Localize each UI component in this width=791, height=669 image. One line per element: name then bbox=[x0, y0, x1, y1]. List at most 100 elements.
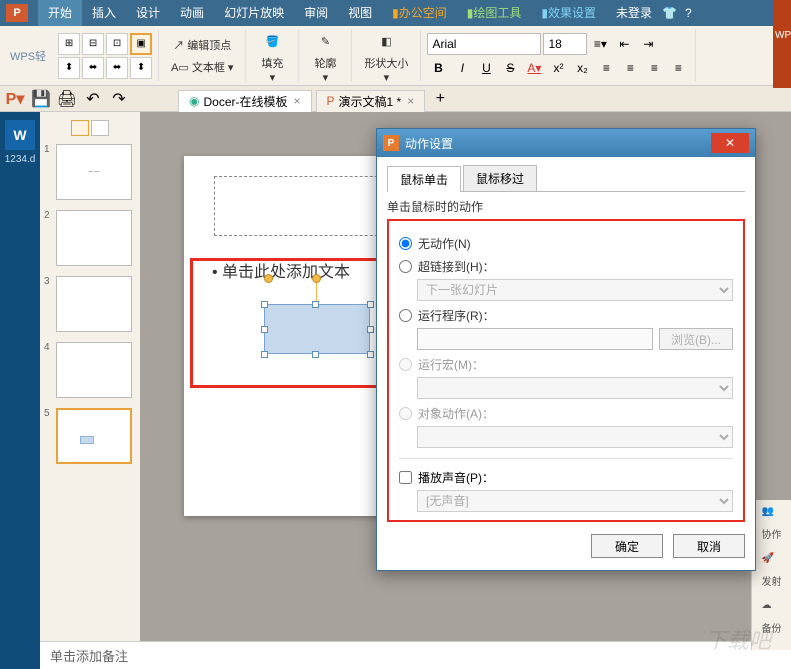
handle-nw[interactable] bbox=[261, 301, 268, 308]
italic-button[interactable]: I bbox=[451, 57, 473, 79]
menu-drawing-tools[interactable]: ▮绘图工具 bbox=[457, 0, 532, 26]
docer-tab[interactable]: ◉Docer-在线模板× bbox=[178, 90, 312, 112]
dialog-close-button[interactable]: ✕ bbox=[711, 133, 749, 153]
menu-design[interactable]: 设计 bbox=[126, 0, 170, 26]
font-color-button[interactable]: A▾ bbox=[523, 57, 545, 79]
bold-button[interactable]: B bbox=[427, 57, 449, 79]
outline-button[interactable]: ✎轮廓▾ bbox=[305, 25, 345, 86]
send-button[interactable]: 🚀发射 bbox=[762, 553, 782, 588]
menu-review[interactable]: 审阅 bbox=[294, 0, 338, 26]
font-size-select[interactable] bbox=[543, 33, 587, 55]
hyperlink-target-select[interactable]: 下一张幻灯片 bbox=[417, 279, 733, 301]
menu-start[interactable]: 开始 bbox=[38, 0, 82, 26]
quick-access-toolbar: P▾ 💾 🖨 ↶ ↷ ◉Docer-在线模板× P演示文稿1 *× + bbox=[0, 86, 791, 112]
menu-animation[interactable]: 动画 bbox=[170, 0, 214, 26]
radio-none[interactable]: 无动作(N) bbox=[399, 235, 733, 252]
save-icon[interactable]: 💾 bbox=[30, 89, 52, 109]
align-left[interactable]: ≡ bbox=[595, 57, 617, 79]
redo-icon[interactable]: ↷ bbox=[108, 89, 130, 109]
align-2[interactable]: ⊟ bbox=[82, 33, 104, 55]
program-path-input[interactable] bbox=[417, 328, 653, 350]
new-tab-icon[interactable]: + bbox=[429, 89, 451, 109]
shape-align-group: ⊞ ⊟ ⊡ ▣ ⬍ ⬌ ⬌ ⬍ bbox=[52, 30, 159, 81]
appearance-icon[interactable]: 👕 bbox=[662, 6, 677, 20]
dist-2[interactable]: ⬌ bbox=[82, 57, 104, 79]
outline-view-button[interactable] bbox=[71, 120, 89, 136]
align-4[interactable]: ▣ bbox=[130, 33, 152, 55]
shape-size-button[interactable]: ◧形状大小▾ bbox=[358, 25, 414, 86]
align-justify[interactable]: ≡ bbox=[667, 57, 689, 79]
dist-3[interactable]: ⬌ bbox=[106, 57, 128, 79]
radio-hyperlink[interactable]: 超链接到(H)： bbox=[399, 258, 733, 275]
handle-s[interactable] bbox=[312, 351, 319, 358]
edit-vertex-button[interactable]: ↗ 编辑顶点 bbox=[165, 35, 239, 55]
handle-n[interactable] bbox=[312, 301, 319, 308]
menu-login[interactable]: 未登录 bbox=[606, 0, 662, 26]
thumb-1[interactable]: 1— — bbox=[44, 144, 136, 200]
align-center[interactable]: ≡ bbox=[619, 57, 641, 79]
selected-shape[interactable] bbox=[264, 304, 370, 354]
tab-hover[interactable]: 鼠标移过 bbox=[463, 165, 537, 191]
handle-ne[interactable] bbox=[367, 301, 374, 308]
document-tab[interactable]: P演示文稿1 *× bbox=[316, 90, 426, 112]
rotation-handle-1[interactable] bbox=[264, 274, 273, 283]
app-logo: P bbox=[6, 4, 28, 22]
indent-inc[interactable]: ⇥ bbox=[637, 33, 659, 55]
watermark: 下载吧 bbox=[705, 623, 771, 655]
thumb-5[interactable]: 5 bbox=[44, 408, 136, 464]
bullets-button[interactable]: ≡▾ bbox=[589, 33, 611, 55]
menu-insert[interactable]: 插入 bbox=[82, 0, 126, 26]
underline-button[interactable]: U bbox=[475, 57, 497, 79]
slide-view-button[interactable] bbox=[91, 120, 109, 136]
group-label: 单击鼠标时的动作 bbox=[387, 198, 745, 215]
app-menu-icon[interactable]: P▾ bbox=[4, 89, 26, 109]
browse-button[interactable]: 浏览(B)... bbox=[659, 328, 733, 350]
thumb-3[interactable]: 3 bbox=[44, 276, 136, 332]
print-icon[interactable]: 🖨 bbox=[56, 89, 78, 109]
dist-4[interactable]: ⬍ bbox=[130, 57, 152, 79]
help-icon[interactable]: ? bbox=[685, 6, 692, 20]
subscript-button[interactable]: x₂ bbox=[571, 57, 593, 79]
dist-1[interactable]: ⬍ bbox=[58, 57, 80, 79]
handle-w[interactable] bbox=[261, 326, 268, 333]
thumb-2[interactable]: 2 bbox=[44, 210, 136, 266]
textbox-button[interactable]: A▭ 文本框 ▾ bbox=[165, 57, 239, 77]
menu-workspace[interactable]: ▮办公空间 bbox=[382, 0, 457, 26]
undo-icon[interactable]: ↶ bbox=[82, 89, 104, 109]
cancel-button[interactable]: 取消 bbox=[673, 534, 745, 558]
sound-select[interactable]: [无声音] bbox=[417, 490, 733, 512]
object-action-select bbox=[417, 426, 733, 448]
superscript-button[interactable]: x² bbox=[547, 57, 569, 79]
rotation-handle-2[interactable] bbox=[312, 274, 321, 283]
align-1[interactable]: ⊞ bbox=[58, 33, 80, 55]
indent-dec[interactable]: ⇤ bbox=[613, 33, 635, 55]
menu-effects[interactable]: ▮效果设置 bbox=[531, 0, 606, 26]
menu-view[interactable]: 视图 bbox=[338, 0, 382, 26]
tab-click[interactable]: 鼠标单击 bbox=[387, 166, 461, 192]
strike-button[interactable]: S bbox=[499, 57, 521, 79]
handle-sw[interactable] bbox=[261, 351, 268, 358]
handle-e[interactable] bbox=[367, 326, 374, 333]
ok-button[interactable]: 确定 bbox=[591, 534, 663, 558]
notes-pane[interactable]: 单击添加备注 bbox=[40, 641, 791, 669]
word-doc-icon[interactable]: W bbox=[5, 120, 35, 150]
align-right[interactable]: ≡ bbox=[643, 57, 665, 79]
dialog-titlebar[interactable]: P 动作设置 ✕ bbox=[377, 129, 755, 157]
close-docer-icon[interactable]: × bbox=[294, 94, 301, 108]
menu-slideshow[interactable]: 幻灯片放映 bbox=[214, 0, 294, 26]
macro-select bbox=[417, 377, 733, 399]
collab-button[interactable]: 👥协作 bbox=[762, 506, 782, 541]
handle-se[interactable] bbox=[367, 351, 374, 358]
thumb-4[interactable]: 4 bbox=[44, 342, 136, 398]
radio-object-action: 对象动作(A)： bbox=[399, 405, 733, 422]
align-3[interactable]: ⊡ bbox=[106, 33, 128, 55]
radio-run-program[interactable]: 运行程序(R)： bbox=[399, 307, 733, 324]
play-sound-checkbox[interactable]: 播放声音(P)： bbox=[399, 469, 733, 486]
font-family-select[interactable] bbox=[427, 33, 541, 55]
options-highlight-box: 无动作(N) 超链接到(H)： 下一张幻灯片 运行程序(R)： 浏览(B)...… bbox=[387, 219, 745, 522]
close-doc-icon[interactable]: × bbox=[407, 94, 414, 108]
menubar: P 开始 插入 设计 动画 幻灯片放映 审阅 视图 ▮办公空间 ▮绘图工具 ▮效… bbox=[0, 0, 791, 26]
action-settings-dialog: P 动作设置 ✕ 鼠标单击 鼠标移过 单击鼠标时的动作 无动作(N) 超链接到(… bbox=[376, 128, 756, 571]
right-truncated-app: WP bbox=[773, 0, 791, 88]
fill-button[interactable]: 🪣填充▾ bbox=[252, 25, 292, 86]
